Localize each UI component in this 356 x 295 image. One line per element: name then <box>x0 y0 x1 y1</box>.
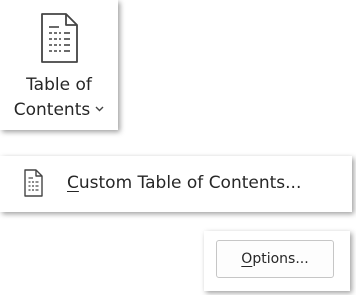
chevron-down-icon[interactable] <box>95 106 104 112</box>
custom-toc-label-rest: ustom Table of Contents... <box>78 173 302 193</box>
toc-button-label-line2: Contents <box>13 100 91 120</box>
table-of-contents-icon <box>41 13 78 63</box>
custom-toc-accesskey: C <box>67 173 79 193</box>
options-panel: Options... <box>204 231 350 291</box>
options-accesskey: O <box>241 251 253 267</box>
options-label-rest: ptions... <box>252 251 309 267</box>
toc-button-label-line2-row: Contents <box>0 99 118 121</box>
toc-button-label-line1: Table of <box>26 75 92 95</box>
custom-table-of-contents-menu-item[interactable]: Custom Table of Contents... <box>0 156 352 212</box>
options-button[interactable]: Options... <box>216 240 334 278</box>
table-of-contents-button[interactable]: Table of Contents <box>0 0 118 130</box>
table-of-contents-icon <box>24 169 43 197</box>
custom-toc-label: Custom Table of Contents... <box>67 172 301 194</box>
